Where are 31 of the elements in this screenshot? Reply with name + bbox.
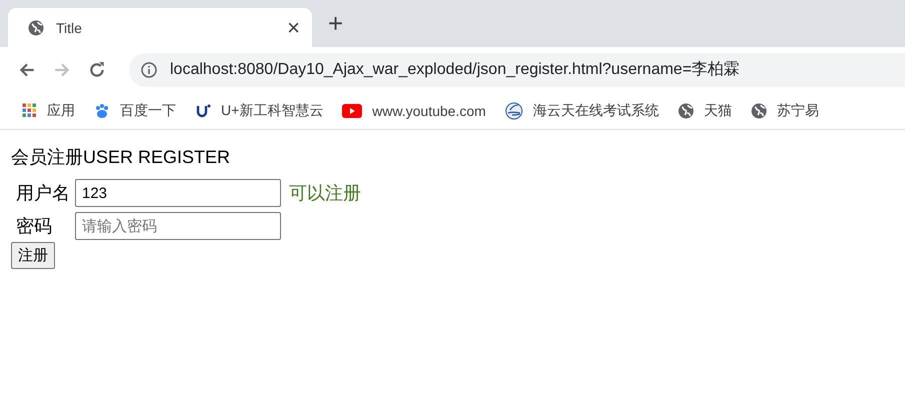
bookmark-item[interactable]: 天猫 bbox=[678, 102, 732, 120]
availability-message: 可以注册 bbox=[289, 182, 361, 205]
globe-icon bbox=[28, 20, 44, 36]
globe-icon bbox=[678, 102, 694, 118]
wave-logo-icon bbox=[504, 102, 523, 120]
apps-grid-icon bbox=[22, 103, 37, 118]
info-icon bbox=[141, 62, 157, 78]
register-button[interactable]: 注册 bbox=[11, 242, 55, 269]
url-text: localhost:8080/Day10_Ajax_war_exploded/json_register.html?username=李柏霖 bbox=[170, 60, 740, 80]
new-tab-button[interactable]: + bbox=[328, 8, 344, 39]
address-bar[interactable]: localhost:8080/Day10_Ajax_war_exploded/json_register.html?username=李柏霖 bbox=[129, 52, 905, 86]
bookmark-item[interactable]: www.youtube.com bbox=[342, 102, 486, 118]
field-label: 密码 bbox=[15, 215, 53, 238]
username-field[interactable]: 123 bbox=[75, 179, 281, 207]
bookmark-item[interactable]: 应用 bbox=[22, 102, 75, 120]
reload-icon[interactable] bbox=[88, 60, 106, 78]
browser-tab[interactable]: Title × bbox=[8, 8, 312, 47]
tab-title: Title bbox=[56, 20, 83, 36]
bookmark-item[interactable]: U+新工科智慧云 bbox=[195, 102, 324, 120]
globe-icon bbox=[750, 102, 767, 118]
bookmark-item[interactable]: 苏宁易 bbox=[750, 102, 819, 120]
back-icon[interactable] bbox=[18, 60, 36, 78]
password-field[interactable]: 请输入密码 bbox=[75, 212, 281, 240]
close-tab-button[interactable]: × bbox=[287, 14, 300, 40]
field-label: 用户名 bbox=[15, 182, 71, 205]
bookmark-item[interactable]: 百度一下 bbox=[94, 102, 176, 120]
paw-icon bbox=[94, 102, 110, 118]
u-logo-icon bbox=[195, 102, 211, 118]
bookmark-item[interactable]: 海云天在线考试系统 bbox=[504, 102, 659, 120]
page-heading: 会员注册USER REGISTER bbox=[11, 146, 232, 169]
play-icon bbox=[342, 104, 362, 118]
